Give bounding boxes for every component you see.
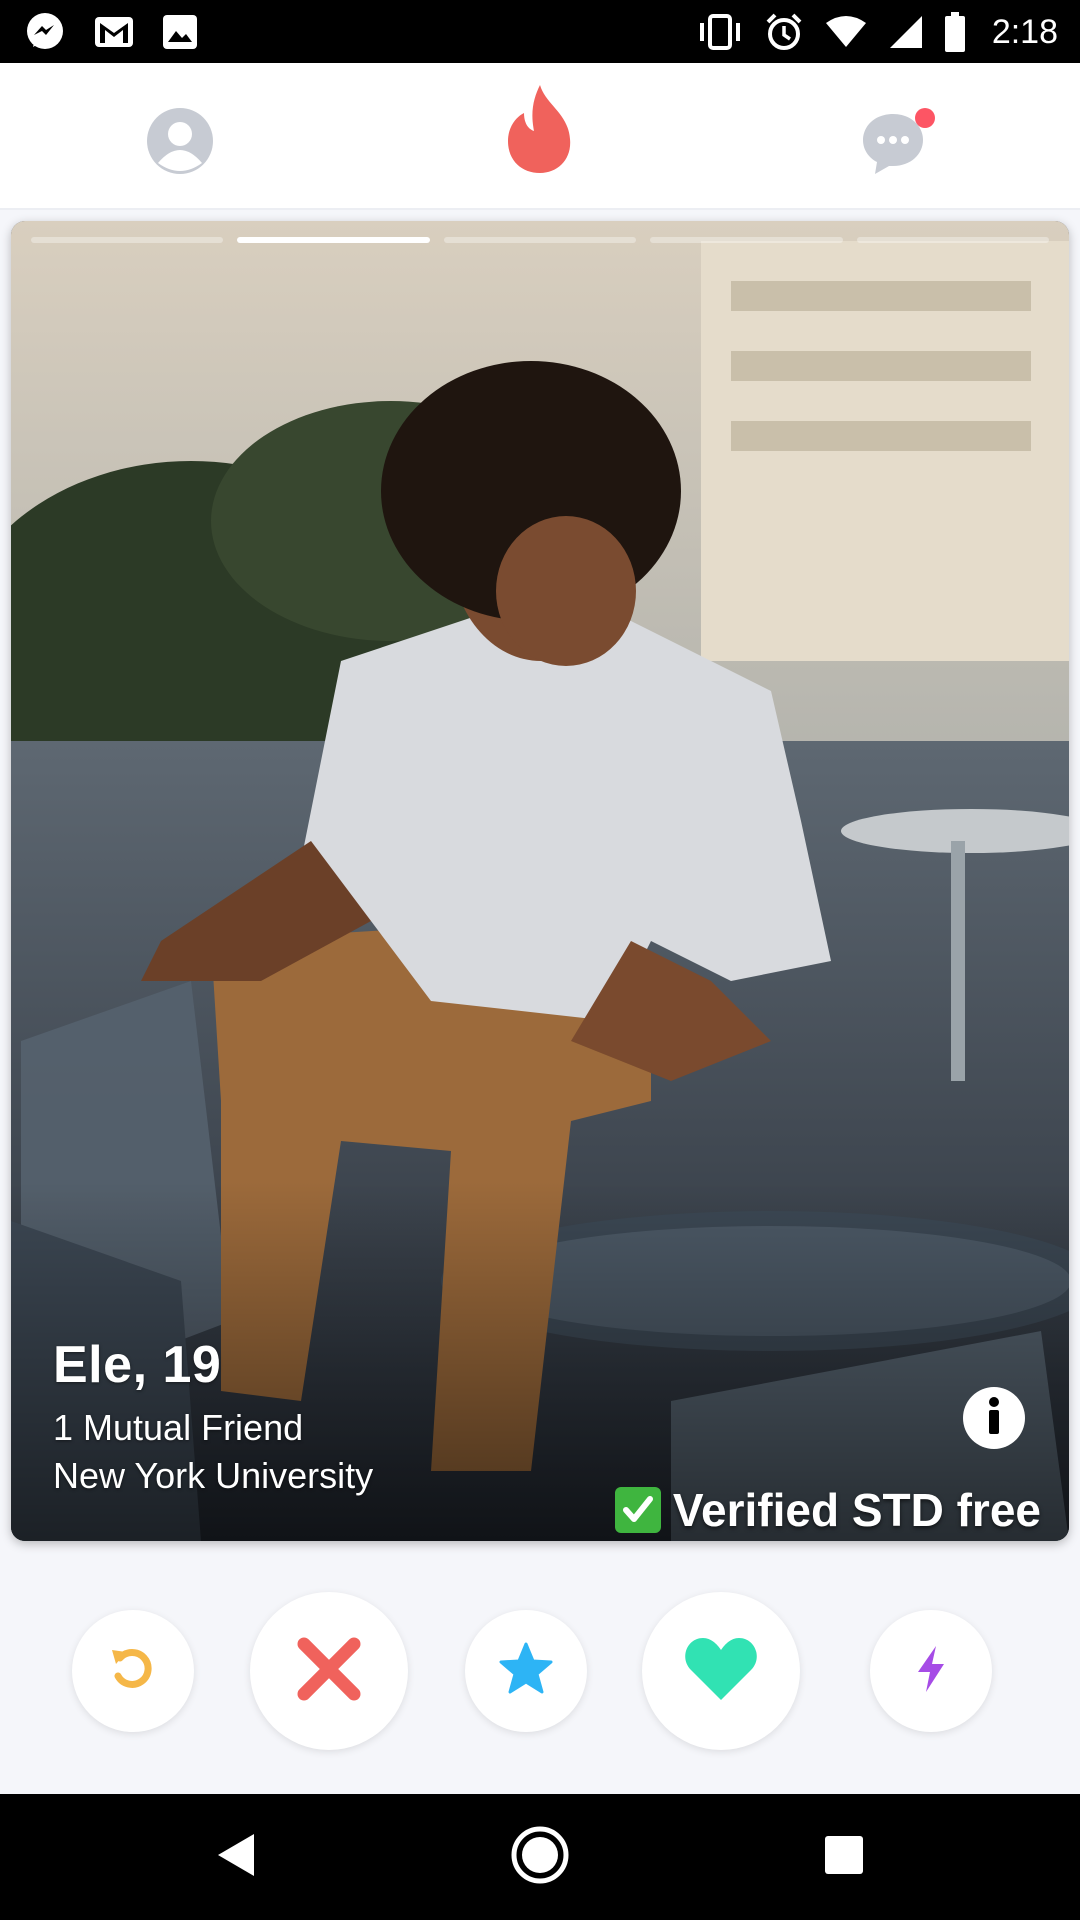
status-bar: 2:18	[0, 0, 1080, 63]
back-button[interactable]	[206, 1827, 266, 1887]
chat-icon	[861, 106, 939, 181]
photo-bar[interactable]	[443, 237, 637, 243]
like-button[interactable]	[642, 1592, 800, 1750]
photo-indicator	[31, 237, 1050, 245]
image-icon	[162, 14, 198, 50]
info-button[interactable]	[963, 1387, 1025, 1449]
school: New York University	[53, 1455, 374, 1496]
gmail-icon	[94, 15, 134, 49]
profile-icon	[146, 107, 214, 180]
messenger-icon	[24, 11, 66, 53]
profile-name: Ele	[53, 1336, 133, 1394]
battery-icon	[944, 12, 966, 52]
status-time: 2:18	[991, 12, 1058, 51]
photo-bar[interactable]	[650, 237, 843, 243]
recents-button[interactable]	[814, 1827, 874, 1887]
home-button[interactable]	[510, 1825, 570, 1890]
lightning-icon	[914, 1644, 948, 1699]
discover-tab[interactable]	[500, 84, 580, 173]
profile-name-age: Ele, 19	[53, 1335, 221, 1395]
verified-badge: Verified STD free	[614, 1483, 1041, 1537]
rewind-button[interactable]	[72, 1610, 194, 1732]
info-icon	[979, 1396, 1009, 1441]
android-nav-bar	[0, 1794, 1080, 1920]
super-like-button[interactable]	[465, 1610, 587, 1732]
verified-text: Verified STD free	[672, 1484, 1041, 1536]
home-icon	[510, 1825, 570, 1890]
wifi-icon	[824, 15, 868, 49]
top-nav	[0, 63, 1080, 208]
nope-button[interactable]	[250, 1592, 408, 1750]
vibrate-icon	[696, 14, 744, 50]
action-bar	[0, 1560, 1080, 1760]
boost-button[interactable]	[870, 1610, 992, 1732]
alarm-icon	[764, 12, 804, 52]
nav-divider	[0, 208, 1080, 210]
photo-bar[interactable]	[856, 237, 1050, 243]
close-icon	[294, 1634, 364, 1709]
messages-tab[interactable]	[860, 103, 940, 183]
back-icon	[214, 1830, 258, 1885]
flame-icon	[500, 83, 580, 180]
heart-icon	[683, 1636, 759, 1707]
photo-bar-active[interactable]	[237, 237, 430, 243]
signal-icon	[888, 14, 924, 50]
check-icon	[614, 1487, 661, 1533]
name-separator: ,	[132, 1336, 148, 1394]
recents-icon	[822, 1833, 866, 1882]
profile-age: 19	[162, 1336, 222, 1394]
star-icon	[498, 1641, 554, 1702]
photo-bar[interactable]	[31, 237, 224, 243]
profile-tab[interactable]	[140, 103, 220, 183]
mutual-friends: 1 Mutual Friend	[53, 1407, 304, 1448]
rewind-icon	[108, 1644, 158, 1699]
profile-card[interactable]: Ele, 19 1 Mutual Friend New York Univers…	[11, 221, 1069, 1541]
